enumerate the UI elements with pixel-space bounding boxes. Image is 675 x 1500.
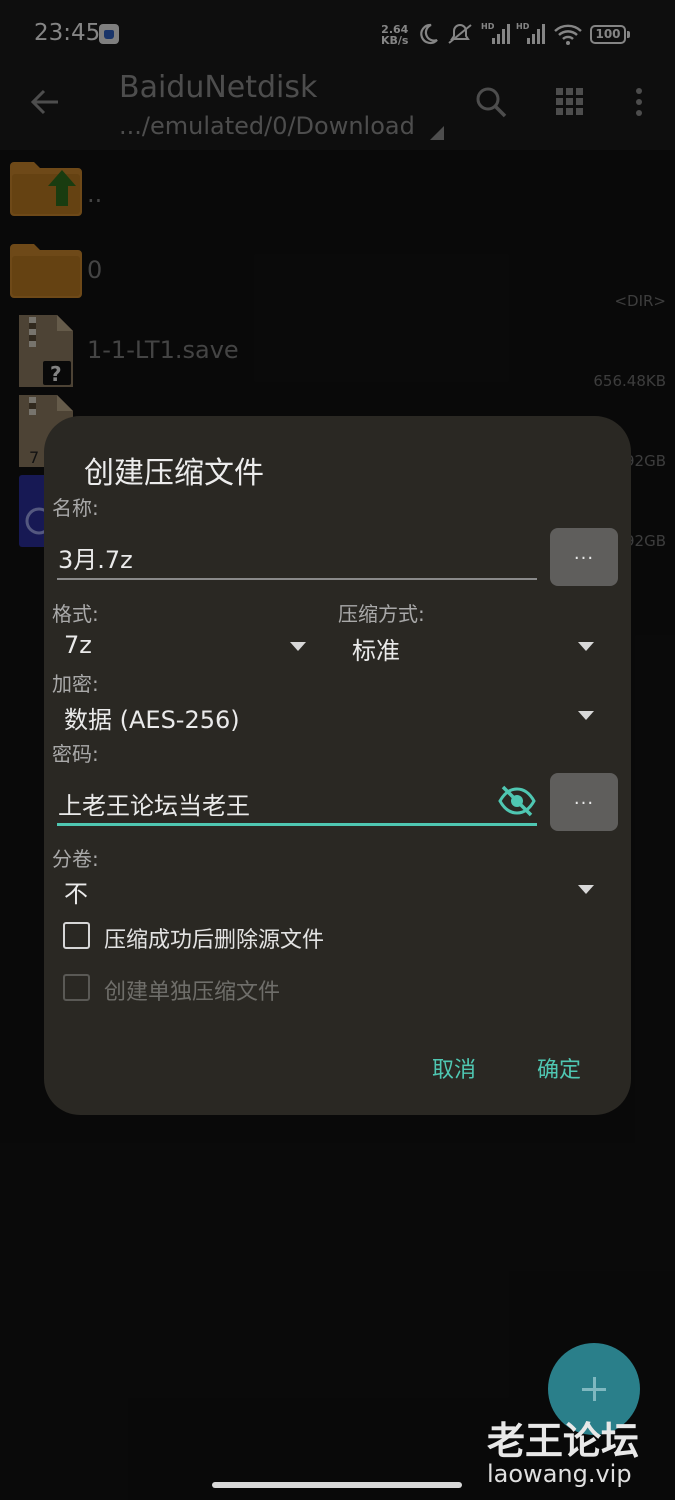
dialog-title: 创建压缩文件	[84, 456, 264, 491]
method-select[interactable]: 标准	[352, 631, 400, 666]
cancel-button[interactable]: 取消	[432, 1052, 476, 1084]
format-select[interactable]: 7z	[64, 631, 92, 659]
password-underline	[57, 823, 537, 826]
eye-off-icon[interactable]	[498, 784, 536, 818]
encrypt-select[interactable]: 数据 (AES-256)	[64, 700, 240, 735]
name-browse-button[interactable]: ...	[550, 528, 618, 586]
encrypt-label: 加密:	[52, 672, 99, 696]
delete-source-label[interactable]: 压缩成功后删除源文件	[104, 922, 324, 954]
encrypt-chevron-down-icon[interactable]	[578, 711, 594, 720]
format-label: 格式:	[52, 602, 99, 626]
archive-name-input[interactable]: 3月.7z	[58, 540, 133, 575]
delete-source-checkbox[interactable]	[63, 922, 90, 949]
separate-archive-label: 创建单独压缩文件	[104, 980, 281, 1005]
method-chevron-down-icon[interactable]	[578, 642, 594, 651]
method-label: 压缩方式:	[338, 602, 425, 626]
plus-icon-vertical	[593, 1377, 596, 1401]
split-label: 分卷:	[52, 847, 99, 871]
ok-button[interactable]: 确定	[537, 1052, 581, 1084]
watermark-url: laowang.vip	[487, 1460, 632, 1488]
password-generate-button[interactable]: ...	[550, 773, 618, 831]
split-chevron-down-icon[interactable]	[578, 885, 594, 894]
archive-name-underline	[57, 578, 537, 580]
separate-archive-checkbox	[63, 974, 90, 1001]
create-archive-dialog: 创建压缩文件 名称: 3月.7z ... 格式: 7z 压缩方式: 标准 加密:…	[44, 416, 631, 1115]
name-label: 名称:	[52, 496, 99, 520]
split-select[interactable]: 不	[64, 874, 88, 909]
format-chevron-down-icon[interactable]	[290, 642, 306, 651]
watermark-title: 老王论坛	[487, 1419, 640, 1463]
password-input[interactable]: 上老王论坛当老王	[58, 786, 250, 821]
gesture-nav-bar[interactable]	[212, 1482, 462, 1488]
password-label: 密码:	[52, 742, 99, 766]
